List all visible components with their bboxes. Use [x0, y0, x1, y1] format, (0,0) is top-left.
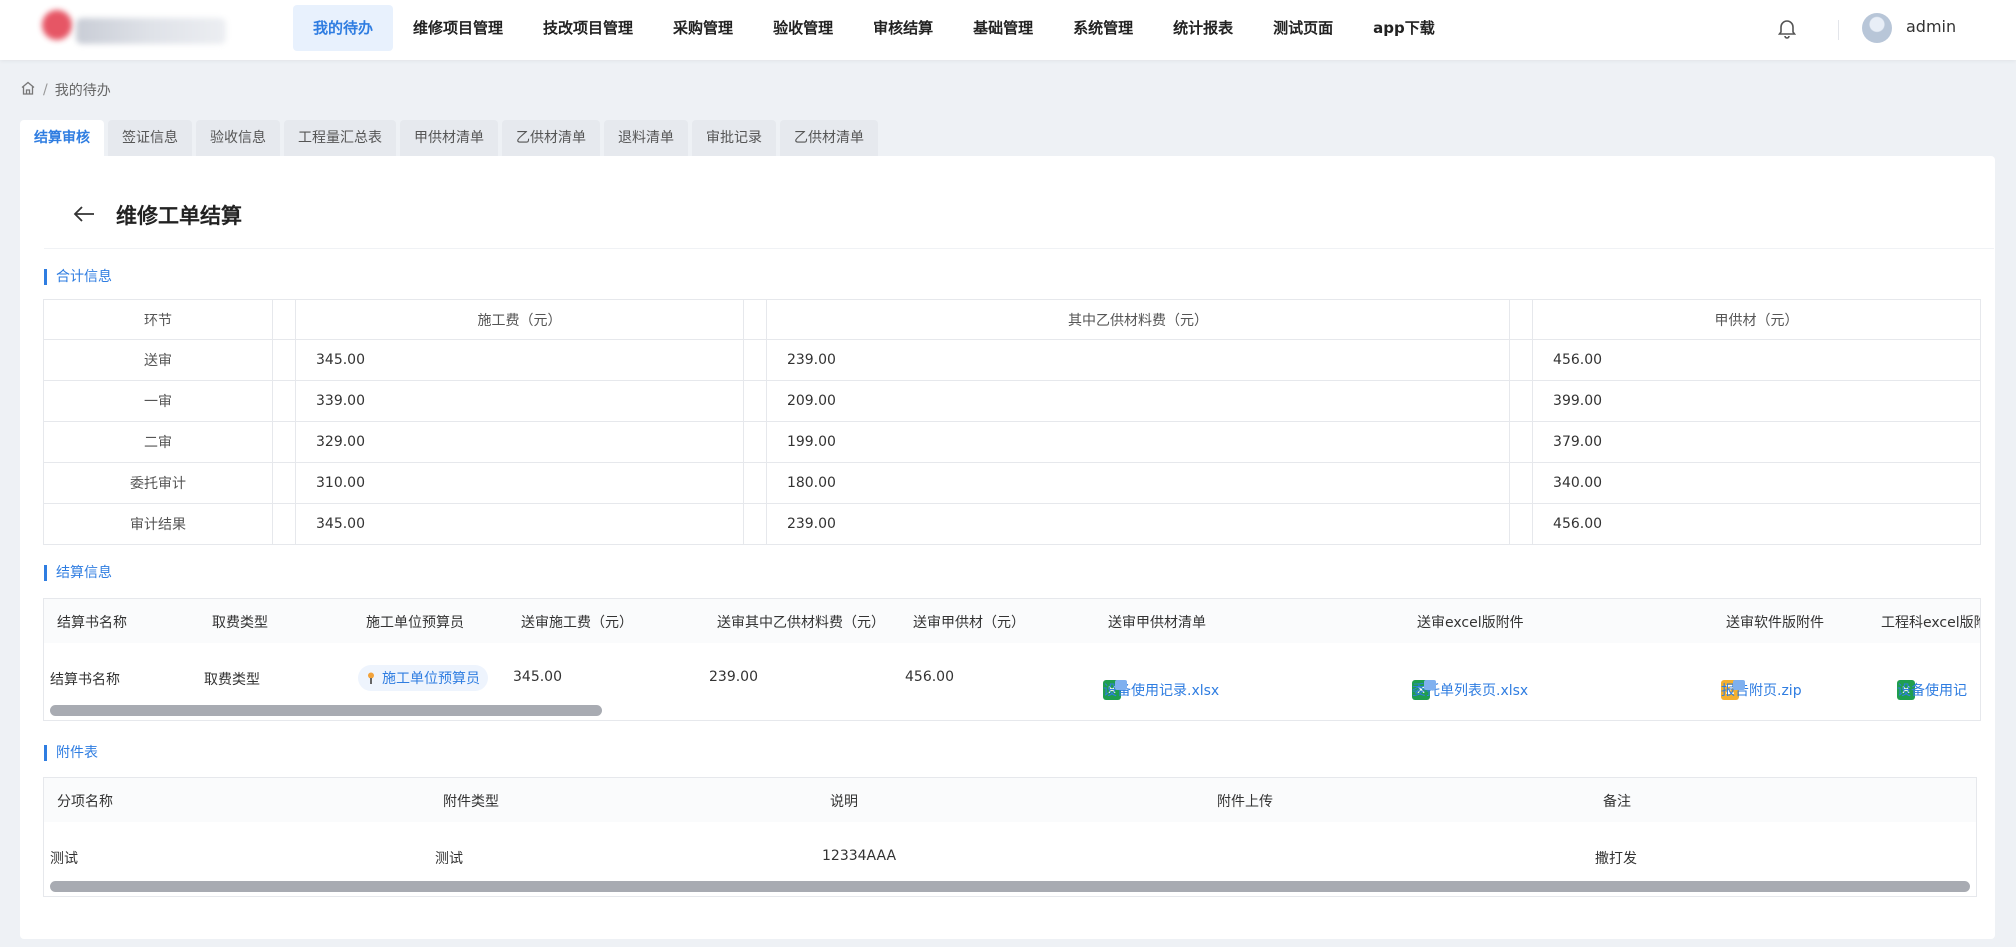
table-row: 结算书名称 取费类型 施工单位预算员 345.00 239.00 456.00 … — [44, 655, 1980, 701]
tab-acceptance-info[interactable]: 验收信息 — [196, 120, 280, 156]
table-row: 测试 测试 12334AAA 撒打发 — [50, 848, 1637, 867]
budgeter-tag[interactable]: 施工单位预算员 — [358, 665, 488, 691]
horizontal-scrollbar-thumb[interactable] — [50, 881, 1970, 892]
nav-statistics[interactable]: 统计报表 — [1153, 5, 1253, 51]
nav-test-page[interactable]: 测试页面 — [1253, 5, 1353, 51]
nav-procurement[interactable]: 采购管理 — [653, 5, 753, 51]
nav-renovation-projects[interactable]: 技改项目管理 — [523, 5, 653, 51]
logo-mark-icon — [42, 10, 72, 40]
summary-table: 环节 施工费（元） 其中乙供材料费（元） 甲供材（元） 送审 345.00 23… — [43, 299, 1981, 545]
top-navbar: 我的待办 维修项目管理 技改项目管理 采购管理 验收管理 审核结算 基础管理 系… — [0, 0, 2016, 60]
detail-tabs: 结算审核 签证信息 验收信息 工程量汇总表 甲供材清单 乙供材清单 退料清单 审… — [20, 120, 882, 156]
table-row: 审计结果 345.00 239.00 456.00 — [43, 503, 1981, 545]
settlement-table: 结算书名称 取费类型 施工单位预算员 送审施工费（元） 送审其中乙供材料费（元）… — [43, 598, 1981, 721]
tab-approval-records[interactable]: 审批记录 — [692, 120, 776, 156]
breadcrumb: / 我的待办 — [20, 80, 111, 100]
nav-repair-projects[interactable]: 维修项目管理 — [393, 5, 523, 51]
summary-header-b-material-fee: 其中乙供材料费（元） — [765, 299, 1511, 340]
page-title: 维修工单结算 — [116, 204, 242, 228]
attachments-header-row: 分项名称 附件类型 说明 附件上传 备注 — [44, 778, 1976, 822]
tab-return-material-list[interactable]: 退料清单 — [604, 120, 688, 156]
section-title-attachments: 附件表 — [44, 745, 98, 761]
section-title-settlement: 结算信息 — [44, 565, 112, 581]
main-nav: 我的待办 维修项目管理 技改项目管理 采购管理 验收管理 审核结算 基础管理 系… — [293, 5, 1455, 51]
tab-settlement-audit[interactable]: 结算审核 — [20, 120, 104, 156]
attachments-table: 分项名称 附件类型 说明 附件上传 备注 测试 测试 12334AAA 撒打发 — [43, 777, 1977, 897]
download-icon[interactable] — [1733, 680, 1745, 690]
person-icon — [366, 672, 376, 684]
breadcrumb-separator: / — [43, 82, 48, 98]
nav-my-todo[interactable]: 我的待办 — [293, 5, 394, 51]
tab-quantity-summary[interactable]: 工程量汇总表 — [284, 120, 396, 156]
horizontal-scrollbar-thumb[interactable] — [50, 705, 602, 716]
bell-icon[interactable] — [1775, 16, 1799, 40]
settlement-header-row: 结算书名称 取费类型 施工单位预算员 送审施工费（元） 送审其中乙供材料费（元）… — [44, 599, 1980, 643]
logo-text-blurred — [76, 18, 226, 44]
summary-header-stage: 环节 — [43, 299, 273, 340]
content-panel: 维修工单结算 合计信息 环节 施工费（元） 其中乙供材料费（元） 甲供材（元） … — [20, 156, 1995, 939]
tab-visa-info[interactable]: 签证信息 — [108, 120, 192, 156]
table-row: 二审 329.00 199.00 379.00 — [43, 421, 1981, 463]
nav-app-download[interactable]: app下载 — [1353, 5, 1455, 51]
nav-acceptance[interactable]: 验收管理 — [753, 5, 853, 51]
nav-basic-management[interactable]: 基础管理 — [953, 5, 1053, 51]
tab-b-material-list-2[interactable]: 乙供材清单 — [780, 120, 878, 156]
table-row: 送审 345.00 239.00 456.00 — [43, 339, 1981, 381]
download-icon[interactable] — [1115, 680, 1127, 690]
user-name[interactable]: admin — [1906, 17, 1956, 36]
download-icon[interactable] — [1424, 680, 1436, 690]
title-divider — [44, 248, 1994, 249]
header-divider — [1838, 20, 1839, 40]
nav-audit-settlement[interactable]: 审核结算 — [853, 5, 953, 51]
tab-b-material-list[interactable]: 乙供材清单 — [502, 120, 600, 156]
summary-header-construction-fee: 施工费（元） — [295, 299, 744, 340]
section-title-summary: 合计信息 — [44, 269, 112, 285]
table-row: 委托审计 310.00 180.00 340.00 — [43, 462, 1981, 504]
breadcrumb-current: 我的待办 — [54, 83, 111, 99]
tab-a-material-list[interactable]: 甲供材清单 — [400, 120, 498, 156]
user-avatar[interactable] — [1862, 13, 1892, 43]
nav-system-management[interactable]: 系统管理 — [1053, 5, 1153, 51]
back-arrow-icon[interactable] — [70, 200, 98, 228]
home-icon[interactable] — [20, 80, 36, 100]
summary-header-a-material: 甲供材（元） — [1532, 299, 1981, 340]
table-row: 一审 339.00 209.00 399.00 — [43, 380, 1981, 422]
summary-header-row: 环节 施工费（元） 其中乙供材料费（元） 甲供材（元） — [43, 299, 1981, 340]
app-logo[interactable] — [36, 6, 236, 52]
